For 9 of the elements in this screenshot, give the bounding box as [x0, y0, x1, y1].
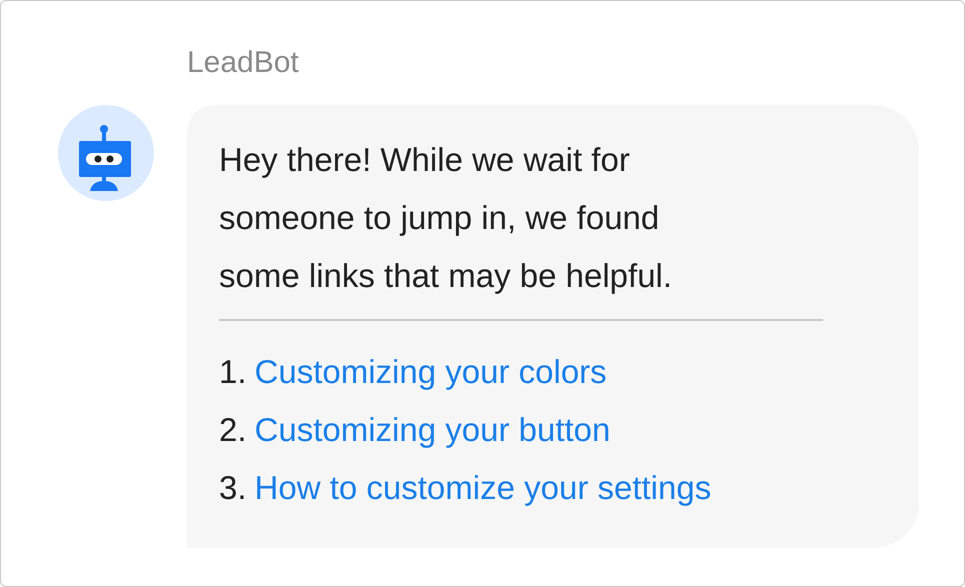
help-link[interactable]: How to customize your settings: [254, 469, 712, 506]
help-link[interactable]: Customizing your colors: [254, 353, 607, 390]
message-text: Hey there! While we wait for someone to jump in, we found some links that may be helpful.: [219, 140, 674, 296]
list-number: 2.: [219, 411, 247, 448]
robot-avatar-icon: [58, 105, 154, 201]
help-link[interactable]: Customizing your button: [254, 411, 610, 448]
sender-name: LeadBot: [187, 45, 300, 81]
list-number: 1.: [219, 353, 247, 390]
list-number: 3.: [219, 469, 247, 506]
